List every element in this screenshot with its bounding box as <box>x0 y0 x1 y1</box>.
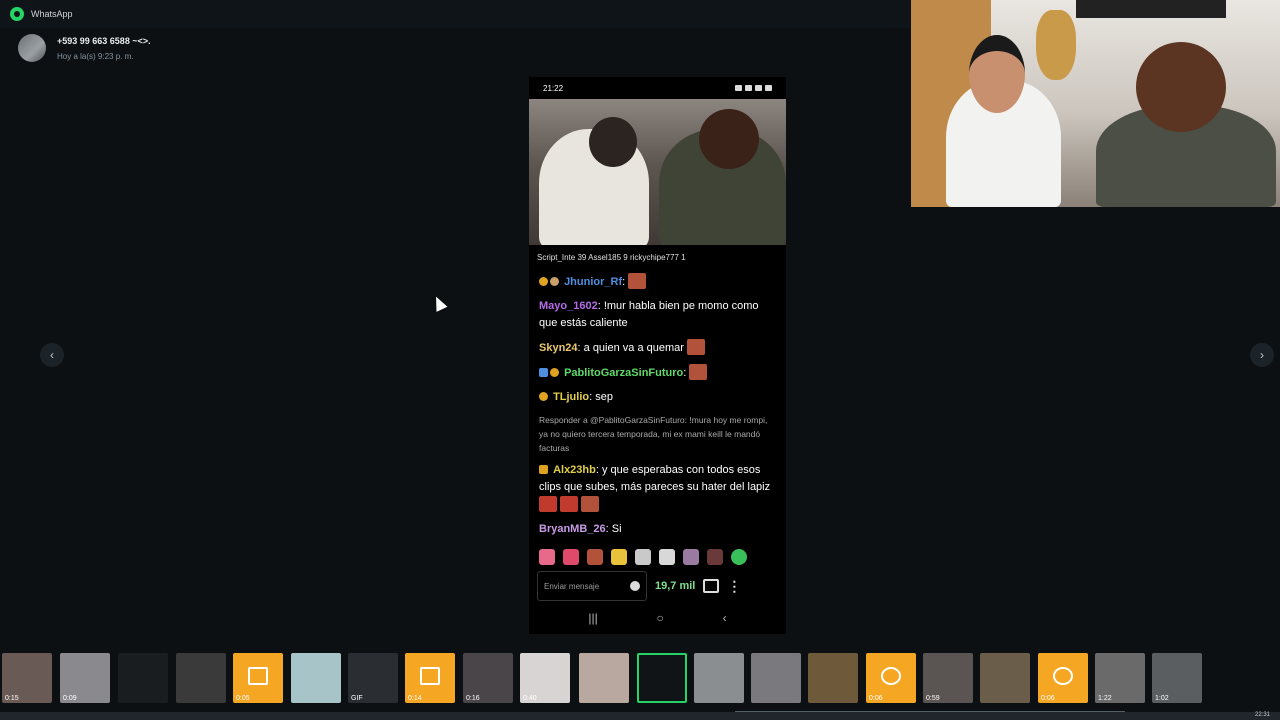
chat-message: TLjulio: sep <box>539 389 776 406</box>
prev-media-button[interactable]: ‹ <box>40 343 64 367</box>
emote-icon <box>683 549 699 565</box>
audio-placeholder-icon <box>1053 667 1073 685</box>
emote-icon <box>731 549 747 565</box>
media-viewer-phone-screenshot: 21:22 Script_Inte 39 Assel185 9 rickychi… <box>529 77 786 634</box>
streamer-webcam-overlay <box>911 0 1280 207</box>
chevron-left-icon: ‹ <box>50 348 54 362</box>
emote-icon <box>635 549 651 565</box>
emote-icon <box>659 549 675 565</box>
media-thumbnail[interactable] <box>751 653 801 703</box>
media-thumbnail[interactable]: 0:05 <box>233 653 283 703</box>
top-viewers-bar: Script_Inte 39 Assel185 9 rickychipe777 … <box>537 252 686 262</box>
media-thumbnail-strip: 0:15 0:09 0:05 GIF 0:14 0:16 0:40 0:06 0… <box>0 650 1210 706</box>
title-bar: WhatsApp <box>0 0 910 28</box>
media-thumbnail[interactable]: 0:15 <box>2 653 52 703</box>
sender-name: +593 99 663 6588 ~<>. <box>57 36 151 46</box>
home-icon: ○ <box>656 611 664 625</box>
guitar <box>1036 10 1076 80</box>
media-thumbnail[interactable]: 0:40 <box>520 653 570 703</box>
media-thumbnail[interactable]: 0:14 <box>405 653 455 703</box>
emote-icon <box>687 339 705 355</box>
chat-list: Jhunior_Rf: Mayo_1602: !mur habla bien p… <box>529 269 786 538</box>
person-right-head <box>699 109 759 169</box>
media-thumbnail[interactable]: 1:22 <box>1095 653 1145 703</box>
chat-message: PablitoGarzaSinFuturo: <box>539 364 776 382</box>
emote-icon <box>707 549 723 565</box>
tv <box>1076 0 1226 18</box>
whatsapp-logo-icon <box>10 7 24 21</box>
emote-icon <box>587 549 603 565</box>
media-thumbnail[interactable]: 0:59 <box>923 653 973 703</box>
chat-message-input: Enviar mensaje <box>537 571 647 601</box>
live-video <box>529 99 786 245</box>
emote-icon <box>539 549 555 565</box>
audio-placeholder-icon <box>881 667 901 685</box>
chat-message: Alx23hb: y que esperabas con todos esos … <box>539 462 776 514</box>
chat-message: Jhunior_Rf: <box>539 273 776 291</box>
android-nav-bar: ||| ○ ‹ <box>529 603 786 633</box>
emote-icon <box>581 496 599 512</box>
more-options-icon: ⋮ <box>727 577 742 594</box>
media-thumbnail[interactable]: 0:16 <box>463 653 513 703</box>
emote-picker-row <box>529 545 786 569</box>
image-placeholder-icon <box>248 667 268 685</box>
media-thumbnail[interactable] <box>579 653 629 703</box>
media-thumbnail[interactable]: 1:02 <box>1152 653 1202 703</box>
person-left-head <box>589 117 637 167</box>
smile-icon <box>630 581 640 591</box>
media-thumbnail[interactable]: 0:09 <box>60 653 110 703</box>
person-right-head <box>1136 42 1226 132</box>
chat-message: Skyn24: a quien va a quemar <box>539 339 776 357</box>
emote-icon <box>611 549 627 565</box>
chevron-right-icon: › <box>1260 348 1264 362</box>
emote-icon <box>563 549 579 565</box>
media-thumbnail[interactable]: 0:06 <box>1038 653 1088 703</box>
media-thumbnail[interactable] <box>291 653 341 703</box>
avatar[interactable] <box>18 34 46 62</box>
status-icons <box>735 85 772 91</box>
emote-icon <box>689 364 708 380</box>
back-icon: ‹ <box>722 611 727 625</box>
emote-icon <box>628 273 647 289</box>
media-thumbnail[interactable] <box>808 653 858 703</box>
next-media-button[interactable]: › <box>1250 343 1274 367</box>
chat-message: BryanMB_26: Si <box>539 523 622 535</box>
media-thumbnail[interactable] <box>118 653 168 703</box>
gift-icon <box>703 579 720 593</box>
media-thumbnail[interactable]: 0:06 <box>866 653 916 703</box>
sender-time: Hoy a la(s) 9:23 p. m. <box>57 52 134 61</box>
media-sender-info[interactable]: +593 99 663 6588 ~<>. Hoy a la(s) 9:23 p… <box>18 34 151 62</box>
phone-status-bar: 21:22 <box>529 77 786 99</box>
chat-message: Mayo_1602: !mur habla bien pe momo como … <box>539 300 759 329</box>
media-thumbnail[interactable]: GIF <box>348 653 398 703</box>
mouse-cursor-icon <box>430 294 448 312</box>
media-thumbnail[interactable] <box>980 653 1030 703</box>
emote-icon <box>539 496 557 512</box>
viewer-count: 19,7 mil <box>655 580 696 592</box>
image-placeholder-icon <box>420 667 440 685</box>
person-left-head <box>969 35 1025 113</box>
status-time: 21:22 <box>543 83 564 93</box>
media-thumbnail[interactable] <box>694 653 744 703</box>
chat-input-bar: Enviar mensaje 19,7 mil ⋮ <box>529 569 786 603</box>
app-title: WhatsApp <box>31 9 73 19</box>
recent-apps-icon: ||| <box>588 611 598 625</box>
emote-icon <box>560 496 578 512</box>
os-taskbar: 22:31 <box>0 712 1280 720</box>
media-thumbnail[interactable] <box>176 653 226 703</box>
chat-reply: Responder a @PablitoGarzaSinFuturo: !mur… <box>539 415 768 453</box>
media-thumbnail-selected[interactable] <box>637 653 687 703</box>
taskbar-clock: 22:31 <box>1254 712 1270 718</box>
